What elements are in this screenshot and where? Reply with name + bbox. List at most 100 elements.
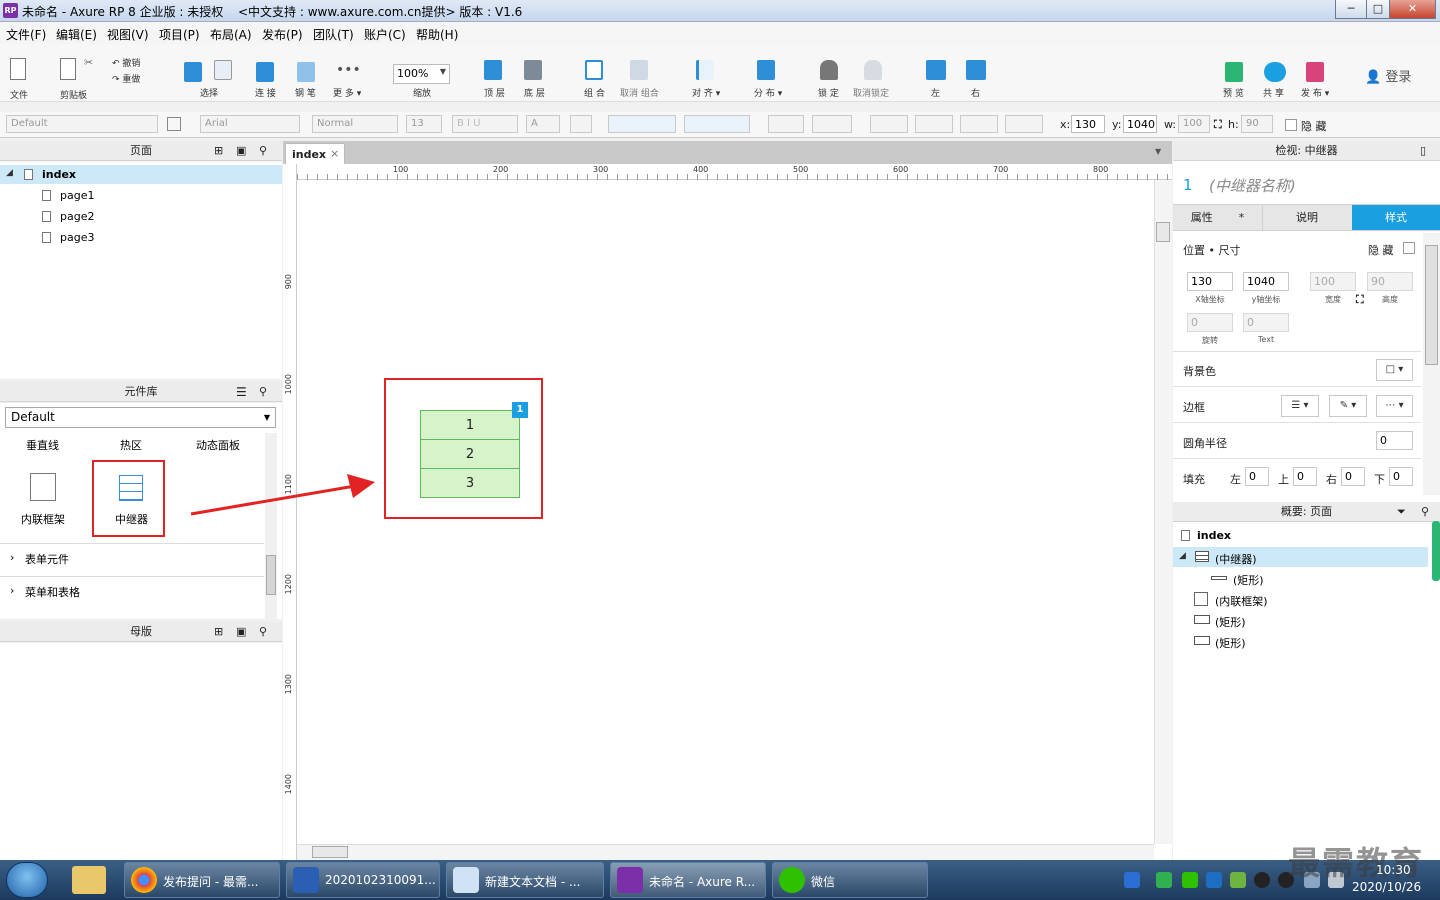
preview-icon[interactable] [1225, 62, 1243, 82]
w-input[interactable]: 100 [1178, 115, 1210, 133]
tab-properties[interactable]: 属性 * [1173, 205, 1262, 230]
border-width-picker[interactable]: ☰ ▾ [1281, 395, 1319, 417]
outline-item-repeater[interactable]: ◢ (中继器) [1173, 547, 1428, 567]
h-input[interactable]: 90 [1241, 115, 1273, 133]
ime-icon[interactable] [1124, 872, 1140, 888]
menu-file[interactable]: 文件(F) [6, 26, 46, 43]
tab-notes[interactable]: 说明 [1262, 205, 1351, 230]
ungroup-icon[interactable] [630, 60, 648, 80]
width-input[interactable]: 100 [1310, 272, 1356, 291]
page-item-page2[interactable]: page2 [0, 207, 282, 226]
line-style-icon[interactable] [960, 115, 998, 133]
padding-top-input[interactable]: 0 [1293, 467, 1317, 486]
select-intersect-icon[interactable] [184, 62, 202, 82]
hamburger-menu-icon[interactable]: ☰ [236, 382, 247, 402]
outline-item-rect[interactable]: (矩形) [1173, 610, 1428, 630]
maximize-button[interactable]: □ [1366, 0, 1390, 19]
height-input[interactable]: 90 [1367, 272, 1413, 291]
add-folder-icon[interactable]: ▣ [236, 141, 246, 161]
repeater-row[interactable]: 2 [420, 439, 520, 469]
outline-scroll-indicator[interactable] [1432, 521, 1440, 581]
search-icon[interactable]: ⚲ [259, 382, 267, 402]
tab-style[interactable]: 样式 [1352, 205, 1440, 230]
bullet-icon[interactable] [570, 115, 592, 133]
taskbar-item-chrome[interactable]: 发布提问 - 最需... [124, 862, 280, 898]
style-editor-icon[interactable] [167, 117, 181, 131]
clock-time[interactable]: 10:30 [1376, 863, 1411, 877]
search-icon[interactable]: ⚲ [259, 141, 267, 161]
publish-label[interactable]: 发 布 ▾ [1301, 86, 1329, 99]
padding-bottom-input[interactable]: 0 [1389, 467, 1413, 486]
outline-item-inline-frame[interactable]: (内联框架) [1173, 589, 1428, 609]
undo-button[interactable]: ↶ 撤销 [112, 56, 140, 69]
y-input[interactable]: 1040 [1123, 115, 1157, 133]
add-page-icon[interactable]: ⊞ [214, 141, 223, 161]
section-form-widgets[interactable]: › 表单元件 [0, 547, 264, 569]
lock-icon[interactable] [820, 60, 838, 80]
search-icon[interactable]: ⚲ [1421, 502, 1429, 522]
share-cloud-icon[interactable] [1264, 62, 1286, 82]
outline-item-index[interactable]: index [1173, 526, 1428, 545]
menu-help[interactable]: 帮助(H) [416, 26, 458, 43]
repeater-row[interactable]: 1 [420, 410, 520, 440]
outline-item-rect[interactable]: (矩形) [1173, 631, 1428, 651]
clock-date[interactable]: 2020/10/26 [1352, 880, 1421, 894]
send-bottom-icon[interactable] [524, 60, 542, 80]
login-button[interactable]: 👤 登录 [1365, 66, 1411, 85]
font-select[interactable]: Arial [200, 115, 300, 133]
nvidia-icon[interactable] [1230, 872, 1246, 888]
connect-icon[interactable] [256, 62, 274, 82]
taskbar-item-notepad[interactable]: 新建文本文档 - ... [446, 862, 604, 898]
text-rotation-input[interactable]: 0 [1243, 313, 1289, 332]
bold-italic-underline-group[interactable]: B I U [452, 115, 518, 133]
widget-dynamic-panel[interactable]: 动态面板 [196, 437, 240, 453]
menu-view[interactable]: 视图(V) [107, 26, 149, 43]
menu-account[interactable]: 账户(C) [364, 26, 406, 43]
rotation-input[interactable]: 0 [1187, 313, 1233, 332]
section-menu-table[interactable]: › 菜单和表格 [0, 580, 264, 602]
style-select[interactable]: Default [6, 115, 158, 133]
canvas-horizontal-scrollbar[interactable] [297, 844, 1154, 860]
add-master-icon[interactable]: ⊞ [214, 622, 223, 642]
inspector-scroll-thumb[interactable] [1425, 245, 1438, 365]
outline-item-rect-child[interactable]: (矩形) [1173, 568, 1428, 588]
library-scroll-thumb[interactable] [266, 555, 276, 595]
canvas-vscroll-thumb[interactable] [1156, 222, 1170, 242]
background-color-picker[interactable]: □ ▾ [1376, 359, 1413, 381]
repeater-widget[interactable]: 1 2 3 [420, 410, 520, 500]
x-coordinate-input[interactable]: 130 [1187, 272, 1233, 291]
repeater-row[interactable]: 3 [420, 468, 520, 498]
menu-layout[interactable]: 布局(A) [210, 26, 252, 43]
annotation-badge[interactable]: 1 [512, 402, 528, 418]
security-shield-icon[interactable] [1206, 872, 1222, 888]
unlock-icon[interactable] [864, 60, 882, 80]
border-style-picker[interactable]: ⋯ ▾ [1376, 395, 1413, 417]
padding-right-input[interactable]: 0 [1341, 467, 1365, 486]
corner-radius-input[interactable]: 0 [1376, 431, 1413, 450]
tab-list-chevron-icon[interactable]: ▼ [1155, 147, 1161, 156]
align-icon[interactable] [696, 60, 714, 80]
media-player-icon[interactable] [1156, 872, 1172, 888]
inline-frame-icon[interactable] [30, 473, 56, 501]
x-input[interactable]: 130 [1071, 115, 1105, 133]
font-color-icon[interactable]: A [526, 115, 560, 133]
border-color-picker[interactable]: ✎ ▾ [1329, 395, 1367, 417]
windows-start-icon[interactable] [6, 862, 48, 898]
filter-icon[interactable]: ⏷ [1397, 502, 1406, 522]
menu-team[interactable]: 团队(T) [313, 26, 354, 43]
cut-icon[interactable]: ✂ [84, 56, 93, 69]
page-item-page1[interactable]: page1 [0, 186, 282, 205]
paste-icon[interactable] [60, 58, 76, 80]
qq-icon[interactable] [1254, 872, 1270, 888]
y-coordinate-input[interactable]: 1040 [1243, 272, 1289, 291]
group-icon[interactable] [585, 60, 603, 80]
pen-icon[interactable] [297, 62, 315, 82]
more-icon[interactable]: ••• [336, 62, 361, 78]
ratio-lock-icon[interactable]: ⛶ [1356, 293, 1364, 307]
padding-left-input[interactable]: 0 [1245, 467, 1269, 486]
zoom-select[interactable]: 100% ▼ [393, 64, 450, 84]
tab-index[interactable]: index × [285, 143, 345, 164]
tab-close-icon[interactable]: × [330, 147, 339, 160]
page-item-page3[interactable]: page3 [0, 228, 282, 247]
taskbar-item-axure[interactable]: 未命名 - Axure R... [610, 862, 766, 898]
